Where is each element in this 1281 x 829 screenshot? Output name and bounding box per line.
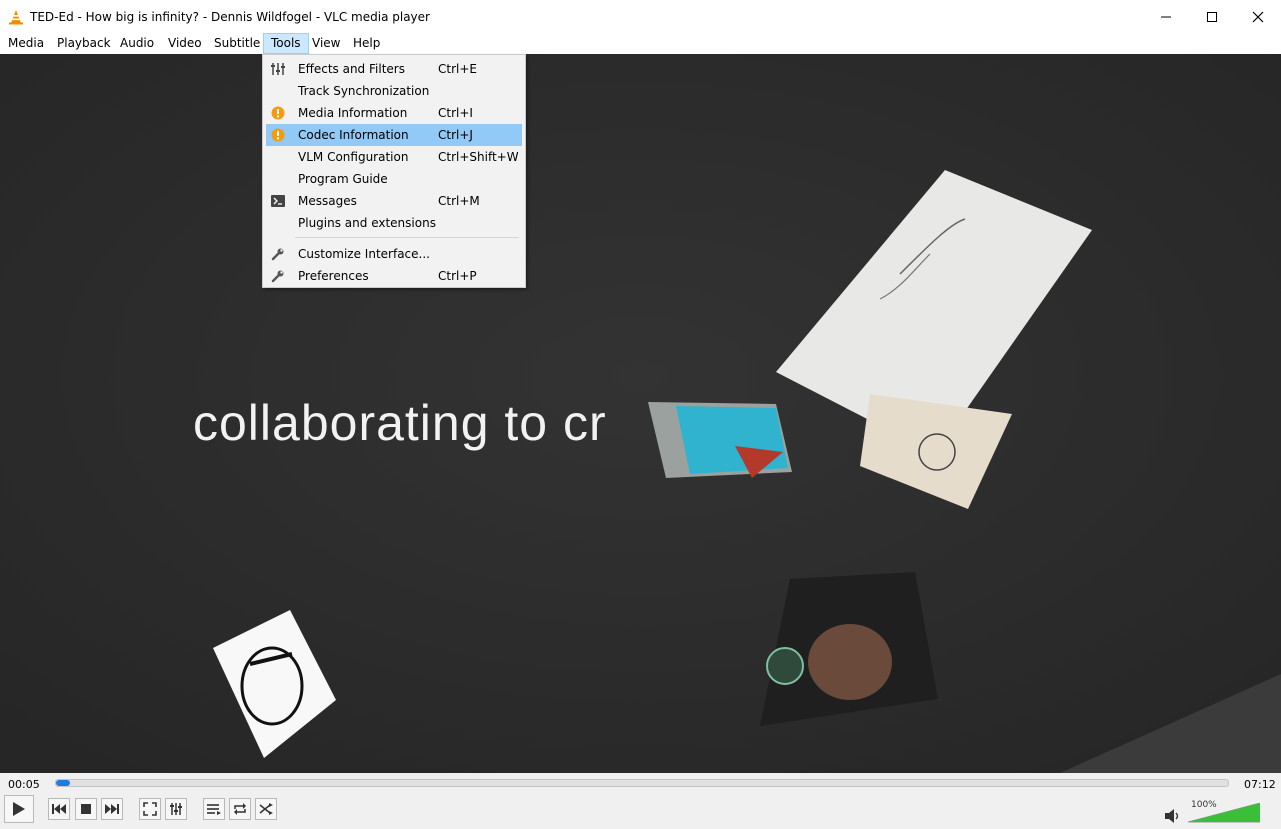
shuffle-icon — [259, 803, 273, 815]
info-icon — [270, 127, 286, 143]
wrench-icon — [270, 246, 286, 262]
menu-item-effects-and-filters[interactable]: Effects and Filters Ctrl+E — [266, 58, 522, 80]
video-caption: collaborating to cr — [193, 395, 607, 451]
menu-item-messages[interactable]: Messages Ctrl+M — [266, 190, 522, 212]
menu-item-track-synchronization[interactable]: Track Synchronization — [266, 80, 522, 102]
extended-settings-button[interactable] — [165, 798, 187, 820]
close-button[interactable] — [1235, 0, 1281, 33]
menu-item-program-guide[interactable]: Program Guide — [266, 168, 522, 190]
menu-item-codec-information[interactable]: Codec Information Ctrl+J — [266, 124, 522, 146]
seek-slider[interactable] — [55, 779, 1229, 787]
terminal-icon — [270, 193, 286, 209]
fullscreen-icon — [143, 802, 157, 816]
menu-audio[interactable]: Audio — [113, 33, 161, 54]
menu-video[interactable]: Video — [161, 33, 209, 54]
playback-controls: 00:05 07:12 100% — [0, 773, 1281, 829]
menu-media[interactable]: Media — [1, 33, 51, 54]
menu-item-vlm-configuration[interactable]: VLM Configuration Ctrl+Shift+W — [266, 146, 522, 168]
extended-settings-icon — [170, 803, 182, 815]
next-button[interactable] — [101, 798, 123, 820]
fullscreen-button[interactable] — [139, 798, 161, 820]
close-icon — [1252, 11, 1264, 22]
play-icon — [13, 802, 25, 816]
menu-help[interactable]: Help — [346, 33, 387, 54]
previous-button[interactable] — [48, 798, 70, 820]
shuffle-button[interactable] — [255, 798, 277, 820]
video-area[interactable]: collaborating to cr — [0, 54, 1281, 773]
elapsed-time: 00:05 — [8, 778, 40, 791]
menu-subtitle[interactable]: Subtitle — [207, 33, 267, 54]
vlc-cone-icon — [9, 10, 23, 25]
menu-item-plugins-and-extensions[interactable]: Plugins and extensions — [266, 212, 522, 234]
maximize-icon — [1207, 11, 1217, 22]
play-button[interactable] — [4, 795, 34, 823]
stop-button[interactable] — [75, 798, 97, 820]
menu-separator — [295, 237, 519, 238]
playlist-button[interactable] — [203, 798, 225, 820]
minimize-button[interactable] — [1143, 0, 1189, 33]
title-bar: TED-Ed - How big is infinity? - Dennis W… — [0, 0, 1281, 33]
stop-icon — [81, 804, 91, 814]
menu-playback[interactable]: Playback — [50, 33, 118, 54]
playlist-icon — [207, 804, 221, 815]
total-time: 07:12 — [1244, 778, 1276, 791]
speaker-icon[interactable] — [1164, 808, 1182, 824]
menu-tools[interactable]: Tools — [263, 33, 309, 54]
menu-bar: Media Playback Audio Video Subtitle Tool… — [0, 33, 1281, 54]
menu-item-media-information[interactable]: Media Information Ctrl+I — [266, 102, 522, 124]
menu-item-customize-interface[interactable]: Customize Interface... — [266, 243, 522, 265]
menu-item-preferences[interactable]: Preferences Ctrl+P — [266, 265, 522, 287]
volume-slider[interactable] — [1188, 803, 1260, 823]
next-icon — [105, 804, 119, 814]
info-icon — [270, 105, 286, 121]
previous-icon — [52, 804, 66, 814]
tools-menu: Effects and Filters Ctrl+E Track Synchro… — [262, 54, 526, 288]
wrench-icon — [270, 268, 286, 284]
equalizer-icon — [270, 61, 286, 77]
window-title: TED-Ed - How big is infinity? - Dennis W… — [30, 10, 430, 24]
seek-progress — [56, 780, 71, 786]
loop-icon — [234, 803, 246, 815]
menu-view[interactable]: View — [305, 33, 347, 54]
maximize-button[interactable] — [1189, 0, 1235, 33]
loop-button[interactable] — [229, 798, 251, 820]
minimize-icon — [1161, 16, 1171, 17]
